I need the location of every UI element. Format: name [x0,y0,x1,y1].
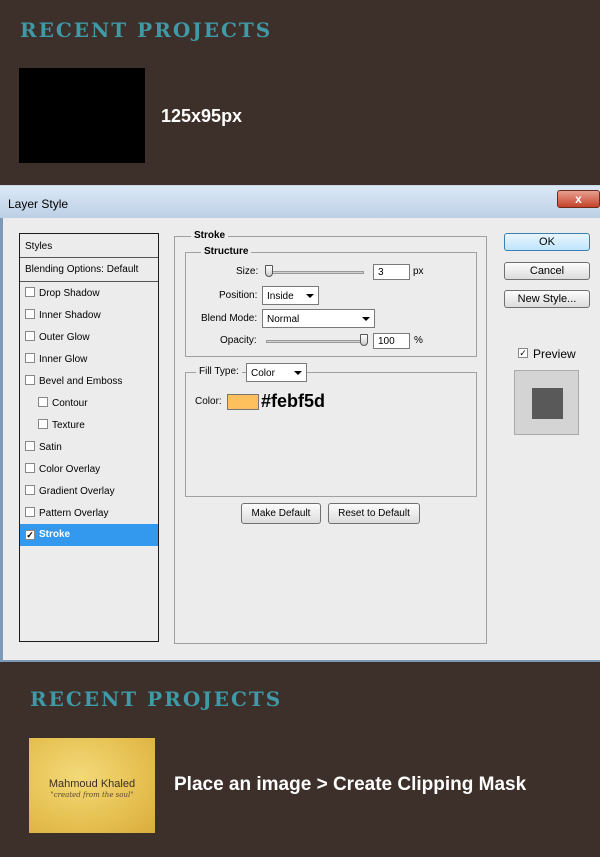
opacity-unit: % [414,335,423,346]
color-label: Color: [195,396,222,407]
style-item-inner-glow[interactable]: Inner Glow [20,348,158,370]
blend-mode-value: Normal [267,314,300,325]
fill-type-value: Color [251,368,275,379]
style-item-label: Drop Shadow [39,288,100,299]
styles-list: Styles Blending Options: Default Drop Sh… [19,233,159,642]
bevel-emboss-checkbox[interactable] [25,375,35,385]
cancel-button[interactable]: Cancel [504,262,590,280]
section-heading-top: RECENT PROJECTS [20,18,273,42]
style-item-gradient-overlay[interactable]: Gradient Overlay [20,480,158,502]
gradient-overlay-checkbox[interactable] [25,485,35,495]
color-swatch[interactable] [227,394,259,410]
structure-title: Structure [201,246,252,257]
styles-header[interactable]: Styles [20,234,158,258]
blend-mode-select[interactable]: Normal [262,309,375,328]
satin-checkbox[interactable] [25,441,35,451]
style-item-label: Gradient Overlay [39,486,115,497]
layer-style-dialog: Layer Style x Styles Blending Options: D… [0,185,600,662]
project-thumbnail-placeholder [19,68,145,163]
style-item-label: Texture [52,420,85,431]
style-item-pattern-overlay[interactable]: Pattern Overlay [20,502,158,524]
close-button[interactable]: x [557,190,600,208]
thumbnail-size-caption: 125x95px [161,106,243,126]
texture-checkbox[interactable] [38,419,48,429]
opacity-label: Opacity: [220,335,257,346]
drop-shadow-checkbox[interactable] [25,287,35,297]
title-bar[interactable]: Layer Style x [0,186,600,218]
clipping-mask-caption: Place an image > Create Clipping Mask [174,774,527,795]
size-input[interactable]: 3 [373,264,410,280]
stroke-panel-title: Stroke [191,230,229,241]
style-item-satin[interactable]: Satin [20,436,158,458]
style-item-stroke[interactable]: ✓ Stroke [20,524,158,546]
chevron-down-icon [294,371,302,375]
close-icon: x [575,192,582,206]
outer-glow-checkbox[interactable] [25,331,35,341]
style-item-drop-shadow[interactable]: Drop Shadow [20,282,158,304]
fill-group [185,372,477,497]
size-unit: px [413,266,424,277]
preview-checkbox[interactable]: ✓ [518,348,528,358]
section-heading-bottom: RECENT PROJECTS [30,687,283,711]
opacity-slider-track[interactable] [266,340,368,343]
color-overlay-checkbox[interactable] [25,463,35,473]
stroke-checkbox[interactable]: ✓ [25,530,35,540]
style-item-label: Contour [52,398,88,409]
size-label: Size: [236,266,259,277]
style-item-label: Outer Glow [39,332,90,343]
inner-shadow-checkbox[interactable] [25,309,35,319]
size-slider-track[interactable] [266,271,364,274]
opacity-input[interactable]: 100 [373,333,410,349]
project-thumbnail-gold: Mahmoud Khaled "created from the soul" [29,738,155,833]
style-item-label: Bevel and Emboss [39,376,123,387]
style-item-label: Inner Shadow [39,310,101,321]
position-label: Position: [219,290,258,301]
chevron-down-icon [306,294,314,298]
ok-button[interactable]: OK [504,233,590,251]
color-hex-annotation: #febf5d [261,391,326,411]
style-item-texture[interactable]: Texture [20,414,158,436]
pattern-overlay-checkbox[interactable] [25,507,35,517]
preview-label: Preview [533,347,576,361]
fill-type-label: Fill Type: [196,366,242,377]
inner-glow-checkbox[interactable] [25,353,35,363]
opacity-slider-handle[interactable] [360,334,368,346]
style-item-outer-glow[interactable]: Outer Glow [20,326,158,348]
style-item-label: Satin [39,442,62,453]
dialog-body: Styles Blending Options: Default Drop Sh… [3,218,600,660]
chevron-down-icon [362,317,370,321]
style-item-color-overlay[interactable]: Color Overlay [20,458,158,480]
reset-default-button[interactable]: Reset to Default [328,503,420,524]
thumbnail-tagline: "created from the soul" [50,791,134,799]
make-default-button[interactable]: Make Default [241,503,321,524]
style-item-label: Pattern Overlay [39,508,109,519]
size-slider-handle[interactable] [265,265,273,277]
style-item-label: Color Overlay [39,464,101,475]
style-item-label: Inner Glow [39,354,88,365]
style-preview [514,370,579,435]
position-value: Inside [267,291,294,302]
fill-type-select[interactable]: Color [246,363,307,382]
style-item-label: Stroke [39,529,71,540]
new-style-button[interactable]: New Style... [504,290,590,308]
style-item-inner-shadow[interactable]: Inner Shadow [20,304,158,326]
position-select[interactable]: Inside [262,286,319,305]
contour-checkbox[interactable] [38,397,48,407]
thumbnail-title: Mahmoud Khaled [48,778,136,790]
blending-options-item[interactable]: Blending Options: Default [20,258,158,282]
style-item-bevel-emboss[interactable]: Bevel and Emboss [20,370,158,392]
blend-mode-label: Blend Mode: [201,313,258,324]
style-item-contour[interactable]: Contour [20,392,158,414]
preview-swatch [532,388,563,419]
dialog-title: Layer Style [8,197,69,211]
